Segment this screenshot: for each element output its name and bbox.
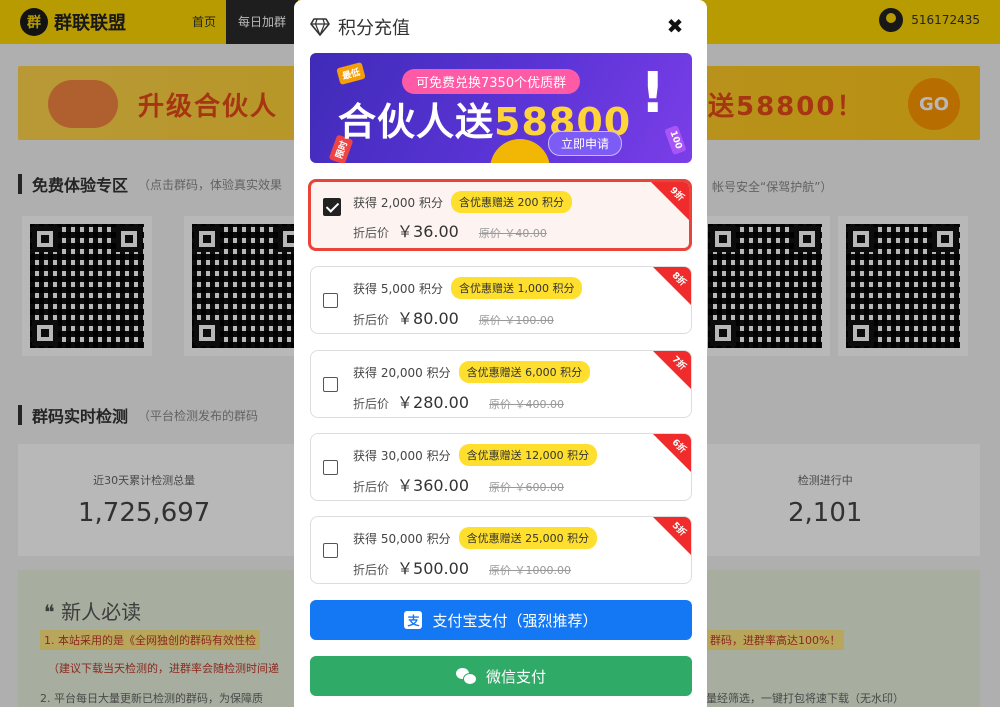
discount-ribbon: [653, 351, 691, 389]
partner-promo-banner[interactable]: 最低 限时 100 可免费兑换7350个优质群 合伙人送58800 ! 立即申请: [310, 53, 692, 163]
discount-ribbon: [653, 267, 691, 305]
alipay-button[interactable]: 支 支付宝支付（强烈推荐）: [310, 600, 692, 640]
plan-points: 获得 5,000 积分: [353, 281, 443, 296]
plan-header: 获得 50,000 积分 含优惠赠送 25,000 积分: [353, 527, 598, 549]
discount-ribbon: [653, 517, 691, 555]
plan-checkbox[interactable]: [323, 198, 341, 216]
promo-apply-button[interactable]: 立即申请: [548, 131, 623, 156]
close-icon[interactable]: ✖: [665, 16, 685, 36]
plan-price: ￥360.00: [397, 476, 470, 495]
plan-checkbox[interactable]: [323, 543, 338, 558]
plan-original-price: 原价 ￥1000.00: [489, 564, 571, 577]
modal-title: 积分充值: [338, 18, 410, 39]
plan-bonus-badge: 含优惠赠送 25,000 积分: [458, 527, 598, 549]
modal-header: 积分充值: [310, 14, 410, 40]
plan-bonus-badge: 含优惠赠送 6,000 积分: [458, 361, 591, 383]
plan-price: ￥36.00: [397, 222, 459, 241]
plan-checkbox[interactable]: [323, 460, 338, 475]
promo-exclamation: !: [640, 61, 666, 126]
plan-points: 获得 50,000 积分: [353, 531, 451, 546]
plan-original-price: 原价 ￥40.00: [478, 227, 547, 240]
plan-pricing: 折后价 ￥36.00 原价 ￥40.00: [353, 218, 547, 242]
discount-ribbon: [651, 182, 689, 220]
wechat-pay-label: 微信支付: [485, 667, 546, 686]
plan-header: 获得 30,000 积分 含优惠赠送 12,000 积分: [353, 444, 598, 466]
plan-header: 获得 5,000 积分 含优惠赠送 1,000 积分: [353, 277, 583, 299]
plan-price: ￥500.00: [397, 559, 470, 578]
plan-option[interactable]: 获得 20,000 积分 含优惠赠送 6,000 积分 折后价 ￥280.00 …: [310, 350, 692, 418]
promo-sticker: 100: [664, 125, 687, 155]
plan-header: 获得 20,000 积分 含优惠赠送 6,000 积分: [353, 361, 591, 383]
diamond-icon: [310, 18, 330, 36]
plan-header: 获得 2,000 积分 含优惠赠送 200 积分: [353, 191, 572, 213]
plan-pricing: 折后价 ￥80.00 原价 ￥100.00: [353, 305, 554, 329]
wechat-icon: [455, 668, 477, 685]
plan-price: ￥280.00: [397, 393, 470, 412]
plan-pricing: 折后价 ￥360.00 原价 ￥600.00: [353, 472, 564, 496]
plan-option[interactable]: 获得 30,000 积分 含优惠赠送 12,000 积分 折后价 ￥360.00…: [310, 433, 692, 501]
plan-original-price: 原价 ￥100.00: [478, 314, 554, 327]
plan-option[interactable]: 获得 50,000 积分 含优惠赠送 25,000 积分 折后价 ￥500.00…: [310, 516, 692, 584]
discount-ribbon: [653, 434, 691, 472]
plan-points: 获得 2,000 积分: [353, 195, 443, 210]
plan-price-label: 折后价: [353, 226, 390, 240]
plan-price-label: 折后价: [353, 563, 390, 577]
promo-sticker: 最低: [336, 61, 366, 86]
plan-bonus-badge: 含优惠赠送 200 积分: [450, 191, 572, 213]
plan-price-label: 折后价: [353, 397, 390, 411]
plan-checkbox[interactable]: [323, 293, 338, 308]
plan-original-price: 原价 ￥600.00: [489, 481, 565, 494]
promo-headline-prefix: 合伙人送: [338, 100, 495, 144]
plan-bonus-badge: 含优惠赠送 12,000 积分: [458, 444, 598, 466]
plan-option[interactable]: 获得 5,000 积分 含优惠赠送 1,000 积分 折后价 ￥80.00 原价…: [310, 266, 692, 334]
plan-checkbox[interactable]: [323, 377, 338, 392]
alipay-icon: 支: [404, 611, 423, 629]
plan-points: 获得 30,000 积分: [353, 448, 451, 463]
plan-price: ￥80.00: [397, 309, 459, 328]
plan-price-label: 折后价: [353, 480, 390, 494]
plan-points: 获得 20,000 积分: [353, 365, 451, 380]
wechat-pay-button[interactable]: 微信支付: [310, 656, 692, 696]
plan-bonus-badge: 含优惠赠送 1,000 积分: [450, 277, 583, 299]
plan-option[interactable]: 获得 2,000 积分 含优惠赠送 200 积分 折后价 ￥36.00 原价 ￥…: [308, 179, 692, 251]
recharge-modal: 积分充值 ✖ 最低 限时 100 可免费兑换7350个优质群 合伙人送58800…: [294, 0, 707, 707]
plan-pricing: 折后价 ￥280.00 原价 ￥400.00: [353, 389, 564, 413]
plan-price-label: 折后价: [353, 313, 390, 327]
alipay-label: 支付宝支付（强烈推荐）: [432, 611, 598, 630]
plan-original-price: 原价 ￥400.00: [489, 398, 565, 411]
plan-pricing: 折后价 ￥500.00 原价 ￥1000.00: [353, 555, 571, 579]
